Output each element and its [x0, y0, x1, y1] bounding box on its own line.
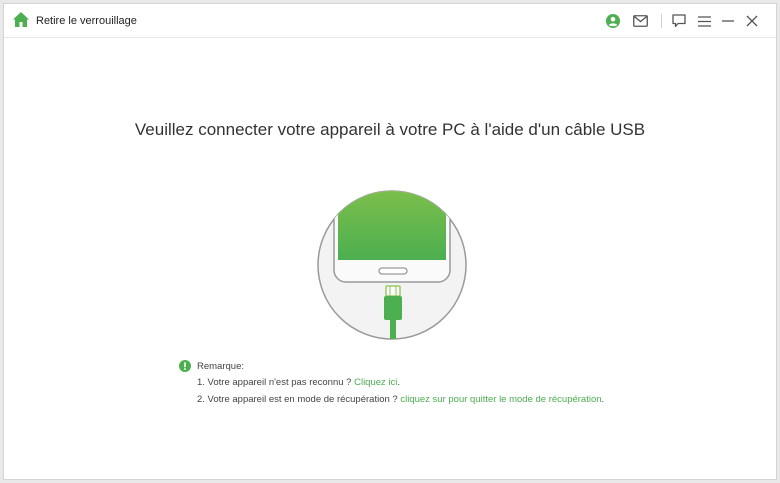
account-icon[interactable] [604, 12, 622, 30]
note-item-2-text: 2. Votre appareil est en mode de récupér… [197, 394, 401, 405]
notes-section: Remarque: 1. Votre appareil n'est pas re… [179, 358, 604, 405]
phone-usb-illustration [317, 190, 467, 340]
titlebar-separator [661, 14, 662, 28]
notes-heading: Remarque: [197, 360, 244, 372]
close-icon[interactable] [743, 12, 761, 30]
note-item-1-suffix: . [397, 377, 401, 388]
exclamation-icon [179, 360, 191, 372]
notes-heading-row: Remarque: [179, 358, 244, 374]
feedback-icon[interactable] [670, 12, 688, 30]
minimize-icon[interactable] [719, 12, 737, 30]
click-here-link[interactable]: Cliquez ici [354, 377, 397, 388]
page-headline: Veuillez connecter votre appareil à votr… [134, 120, 646, 139]
app-window: Retire le verrouillage Veuillez connecte… [3, 3, 777, 480]
menu-icon[interactable] [695, 12, 713, 30]
home-icon [13, 12, 29, 27]
exit-recovery-mode-link[interactable]: cliquez sur pour quitter le mode de récu… [400, 394, 601, 405]
note-item-1: 1. Votre appareil n'est pas reconnu ? Cl… [197, 377, 400, 388]
note-item-2-suffix: . [601, 394, 605, 405]
title-bar: Retire le verrouillage [4, 4, 776, 38]
mail-icon[interactable] [631, 12, 649, 30]
note-item-1-text: 1. Votre appareil n'est pas reconnu ? [197, 377, 355, 388]
app-title: Retire le verrouillage [36, 15, 137, 27]
note-item-2: 2. Votre appareil est en mode de récupér… [197, 394, 604, 405]
